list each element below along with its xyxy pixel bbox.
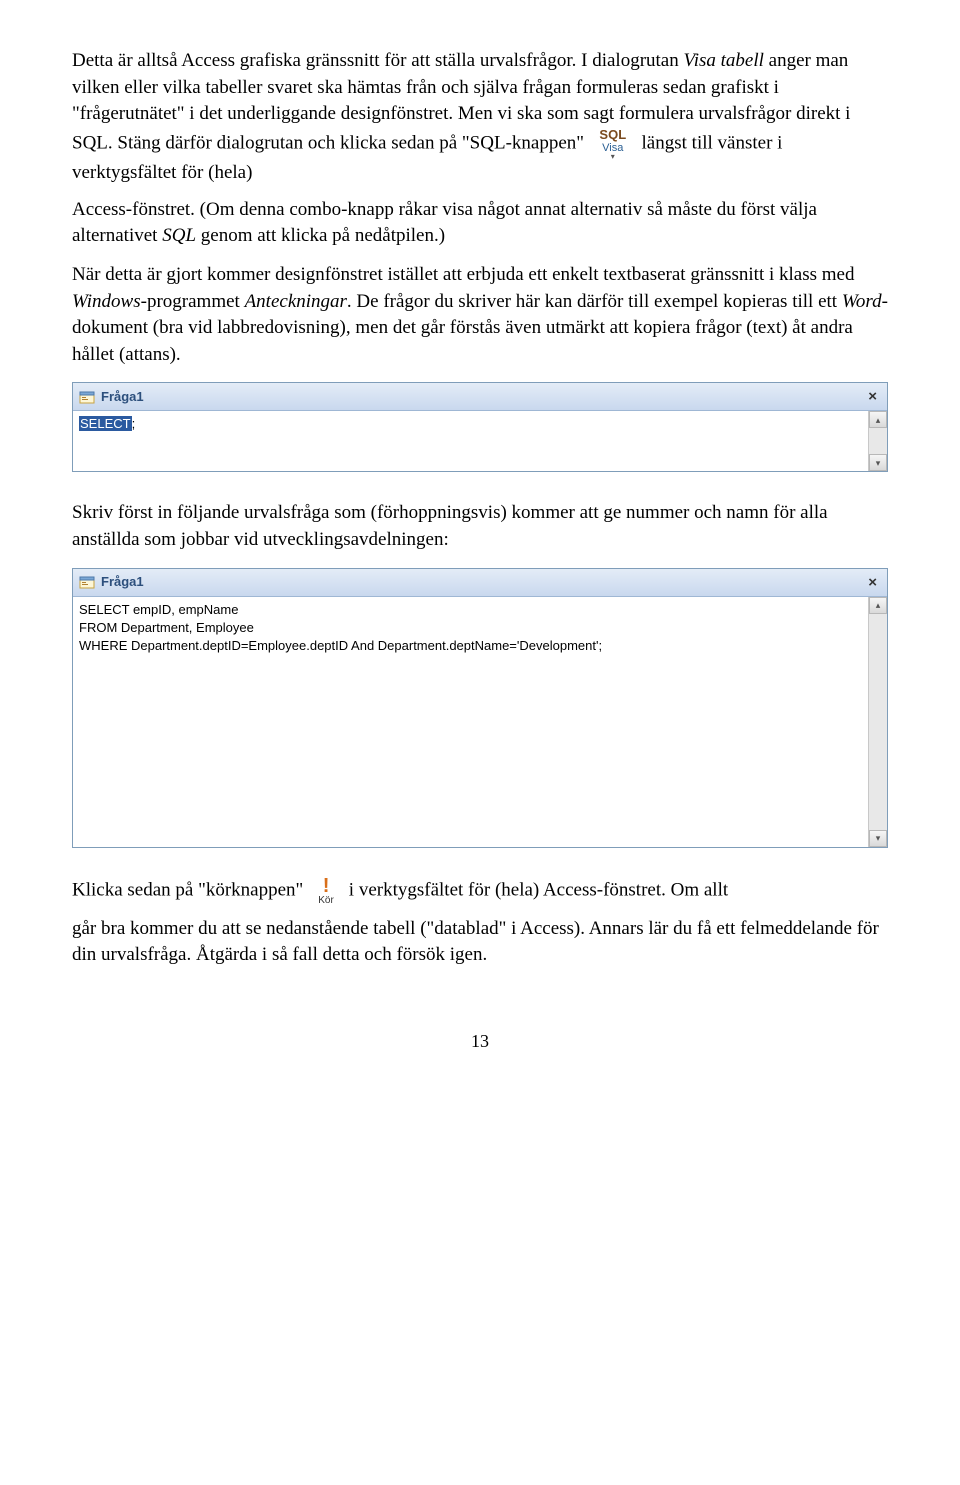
text: ; bbox=[132, 416, 136, 431]
text: -programmet bbox=[141, 291, 245, 312]
sql-line: FROM Department, Employee bbox=[79, 620, 254, 635]
window-title: Fråga1 bbox=[101, 573, 144, 591]
text-italic: SQL bbox=[162, 225, 196, 246]
sql-view-button-icon: SQLVisa▾ bbox=[593, 128, 633, 160]
text: Klicka sedan på "körknappen" bbox=[72, 879, 308, 900]
scroll-down-icon[interactable]: ▾ bbox=[869, 454, 887, 471]
text-italic: Windows bbox=[72, 291, 141, 312]
text: i verktygsfältet för (hela) Access-fönst… bbox=[344, 879, 728, 900]
sql-editor-window-1: Fråga1 × SELECT; ▴ ▾ bbox=[72, 382, 888, 472]
paragraph-6: går bra kommer du att se nedanstående ta… bbox=[72, 916, 888, 969]
close-icon[interactable]: × bbox=[864, 572, 881, 593]
text: . De frågor du skriver här kan därför ti… bbox=[347, 291, 842, 312]
run-icon-caption: Kör bbox=[312, 896, 340, 906]
scrollbar[interactable]: ▴ ▾ bbox=[868, 411, 887, 471]
text: När detta är gjort kommer designfönstret… bbox=[72, 264, 854, 285]
sql-icon-label: SQL bbox=[593, 128, 633, 141]
window-titlebar: Fråga1 × bbox=[73, 569, 887, 597]
scrollbar[interactable]: ▴ ▾ bbox=[868, 597, 887, 847]
query-icon bbox=[79, 575, 95, 589]
sql-editor-window-2: Fråga1 × SELECT empID, empName FROM Depa… bbox=[72, 568, 888, 848]
paragraph-1: Detta är alltså Access grafiska gränssni… bbox=[72, 48, 888, 187]
page-number: 13 bbox=[72, 1029, 888, 1054]
text: genom att klicka på nedåtpilen.) bbox=[196, 225, 445, 246]
query-icon bbox=[79, 390, 95, 404]
sql-line: SELECT empID, empName bbox=[79, 602, 238, 617]
text: Detta är alltså Access grafiska gränssni… bbox=[72, 50, 684, 71]
scroll-up-icon[interactable]: ▴ bbox=[869, 411, 887, 428]
scroll-down-icon[interactable]: ▾ bbox=[869, 830, 887, 847]
window-title: Fråga1 bbox=[101, 388, 144, 406]
paragraph-4: Skriv först in följande urvalsfråga som … bbox=[72, 500, 888, 553]
window-titlebar: Fråga1 × bbox=[73, 383, 887, 411]
selected-text: SELECT bbox=[79, 416, 132, 431]
sql-line: WHERE Department.deptID=Employee.deptID … bbox=[79, 638, 602, 653]
paragraph-3: När detta är gjort kommer designfönstret… bbox=[72, 262, 888, 368]
run-button-icon: !Kör bbox=[312, 876, 340, 906]
sql-text-area[interactable]: SELECT; bbox=[73, 411, 868, 471]
text-italic: Visa tabell bbox=[684, 50, 764, 71]
exclamation-icon: ! bbox=[312, 876, 340, 896]
close-icon[interactable]: × bbox=[864, 386, 881, 407]
paragraph-5: Klicka sedan på "körknappen" !Kör i verk… bbox=[72, 876, 888, 906]
sql-text-area[interactable]: SELECT empID, empName FROM Department, E… bbox=[73, 597, 868, 847]
paragraph-2: Access-fönstret. (Om denna combo-knapp r… bbox=[72, 197, 888, 250]
scroll-up-icon[interactable]: ▴ bbox=[869, 597, 887, 614]
chevron-down-icon: ▾ bbox=[593, 154, 633, 160]
text-italic: Word bbox=[842, 291, 882, 312]
text-italic: Anteckningar bbox=[245, 291, 347, 312]
